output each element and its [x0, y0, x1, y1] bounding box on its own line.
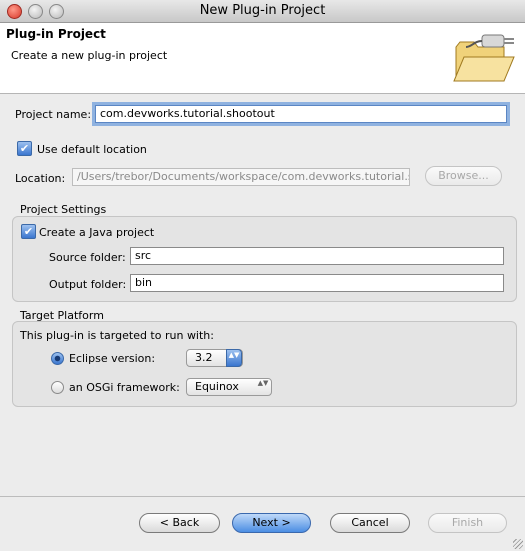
updown-arrows-icon: ▲▼ — [226, 349, 242, 367]
cancel-button[interactable]: Cancel — [330, 513, 410, 533]
location-label: Location: — [15, 172, 66, 185]
updown-arrows-icon: ▲▼ — [257, 379, 269, 387]
osgi-framework-value: Equinox — [195, 380, 239, 393]
wizard-page-title: Plug-in Project — [6, 27, 106, 41]
source-folder-input[interactable]: src — [130, 247, 504, 265]
browse-button[interactable]: Browse... — [425, 166, 502, 186]
eclipse-version-value: 3.2 — [195, 351, 213, 364]
new-plugin-project-dialog: New Plug-in Project Plug-in Project Crea… — [0, 0, 525, 551]
footer-divider — [0, 496, 525, 497]
output-folder-label: Output folder: — [49, 278, 127, 291]
folder-plug-icon — [453, 34, 515, 82]
source-folder-label: Source folder: — [49, 251, 126, 264]
project-name-label: Project name: — [15, 108, 92, 121]
eclipse-version-label: Eclipse version: — [69, 352, 156, 365]
window-title: New Plug-in Project — [199, 3, 326, 18]
title-bar[interactable]: New Plug-in Project — [0, 0, 525, 23]
location-input[interactable]: /Users/trebor/Documents/workspace/com.de… — [72, 168, 410, 186]
finish-button[interactable]: Finish — [428, 513, 507, 533]
wizard-page-description: Create a new plug-in project — [11, 49, 168, 62]
osgi-framework-radio[interactable] — [51, 381, 64, 394]
osgi-framework-select[interactable]: Equinox ▲▼ — [186, 378, 272, 396]
create-java-project-label: Create a Java project — [39, 226, 155, 239]
use-default-location-label: Use default location — [37, 143, 147, 156]
wizard-header: Plug-in Project Create a new plug-in pro… — [0, 23, 525, 94]
eclipse-version-select[interactable]: 3.2 ▲▼ — [186, 349, 243, 367]
osgi-framework-label: an OSGi framework: — [69, 381, 180, 394]
project-name-input[interactable]: com.devworks.tutorial.shootout — [92, 102, 510, 126]
output-folder-input[interactable]: bin — [130, 274, 504, 292]
next-button[interactable]: Next > — [232, 513, 311, 533]
back-button[interactable]: < Back — [139, 513, 220, 533]
eclipse-version-radio[interactable] — [51, 352, 64, 365]
create-java-project-checkbox[interactable]: ✔ — [21, 224, 36, 239]
use-default-location-checkbox[interactable]: ✔ — [17, 141, 32, 156]
resize-grip[interactable] — [513, 539, 523, 549]
target-platform-intro: This plug-in is targeted to run with: — [20, 329, 214, 342]
project-settings-title: Project Settings — [20, 203, 107, 216]
